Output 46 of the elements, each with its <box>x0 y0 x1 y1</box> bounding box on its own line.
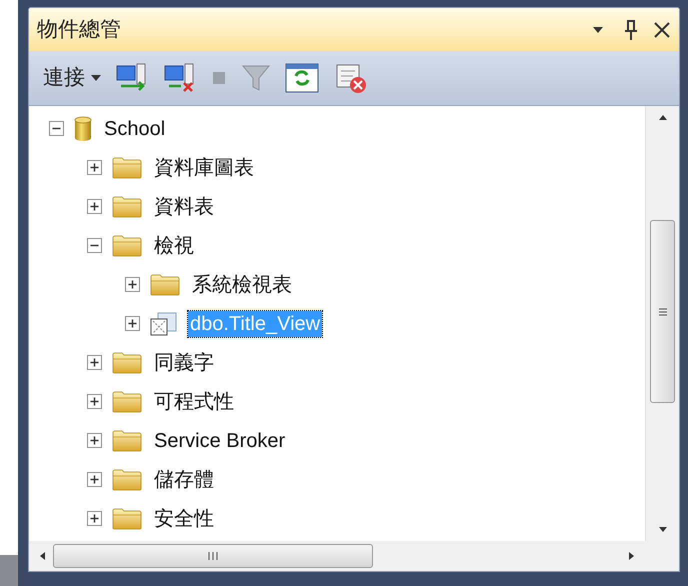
tree-item[interactable]: 系統檢視表 <box>190 272 294 298</box>
expand-toggle[interactable] <box>87 472 102 487</box>
tree-item[interactable]: Service Broker <box>152 428 288 454</box>
expand-toggle[interactable] <box>87 160 102 175</box>
tree-item[interactable]: 同義字 <box>152 350 216 376</box>
folder-icon <box>112 234 142 256</box>
expand-toggle[interactable] <box>87 511 102 526</box>
folder-icon <box>112 352 142 374</box>
tree-item[interactable]: 檢視 <box>152 232 196 258</box>
folder-icon <box>112 196 142 218</box>
background-strip <box>0 555 18 586</box>
expand-toggle[interactable] <box>125 316 140 331</box>
expand-toggle[interactable] <box>87 355 102 370</box>
grip-icon <box>208 551 218 561</box>
tree-item[interactable]: 儲存體 <box>152 466 216 492</box>
grip-icon <box>658 308 668 316</box>
scrollbar-thumb[interactable] <box>53 544 373 568</box>
expand-toggle[interactable] <box>125 277 140 292</box>
vertical-scrollbar[interactable] <box>645 106 679 541</box>
folder-icon <box>150 274 180 296</box>
folder-icon <box>112 508 142 530</box>
folder-icon <box>112 390 142 412</box>
scrollbar-thumb[interactable] <box>650 220 675 403</box>
folder-icon <box>112 468 142 490</box>
dropdown-icon[interactable] <box>591 24 605 34</box>
connect-button[interactable]: 連接 <box>43 62 101 94</box>
collapse-toggle[interactable] <box>87 238 102 253</box>
tree-item[interactable]: 可程式性 <box>152 388 236 414</box>
horizontal-scrollbar[interactable] <box>29 541 645 571</box>
expand-toggle[interactable] <box>87 394 102 409</box>
panel-title: 物件總管 <box>37 16 122 43</box>
collapse-toggle[interactable] <box>49 121 64 136</box>
view-icon <box>150 312 178 336</box>
tree-item[interactable]: 資料庫圖表 <box>152 154 256 180</box>
close-icon[interactable] <box>653 20 671 38</box>
expand-toggle[interactable] <box>87 433 102 448</box>
tree-item[interactable]: School <box>102 116 168 142</box>
pin-icon[interactable] <box>623 18 639 40</box>
caret-icon <box>91 75 101 81</box>
refresh-icon[interactable] <box>285 62 319 94</box>
tree-item[interactable]: 資料表 <box>152 194 216 220</box>
folder-icon <box>112 430 142 452</box>
folder-icon <box>112 156 142 178</box>
expand-toggle[interactable] <box>87 199 102 214</box>
database-icon <box>74 116 92 142</box>
tree-item[interactable]: 安全性 <box>152 506 216 532</box>
